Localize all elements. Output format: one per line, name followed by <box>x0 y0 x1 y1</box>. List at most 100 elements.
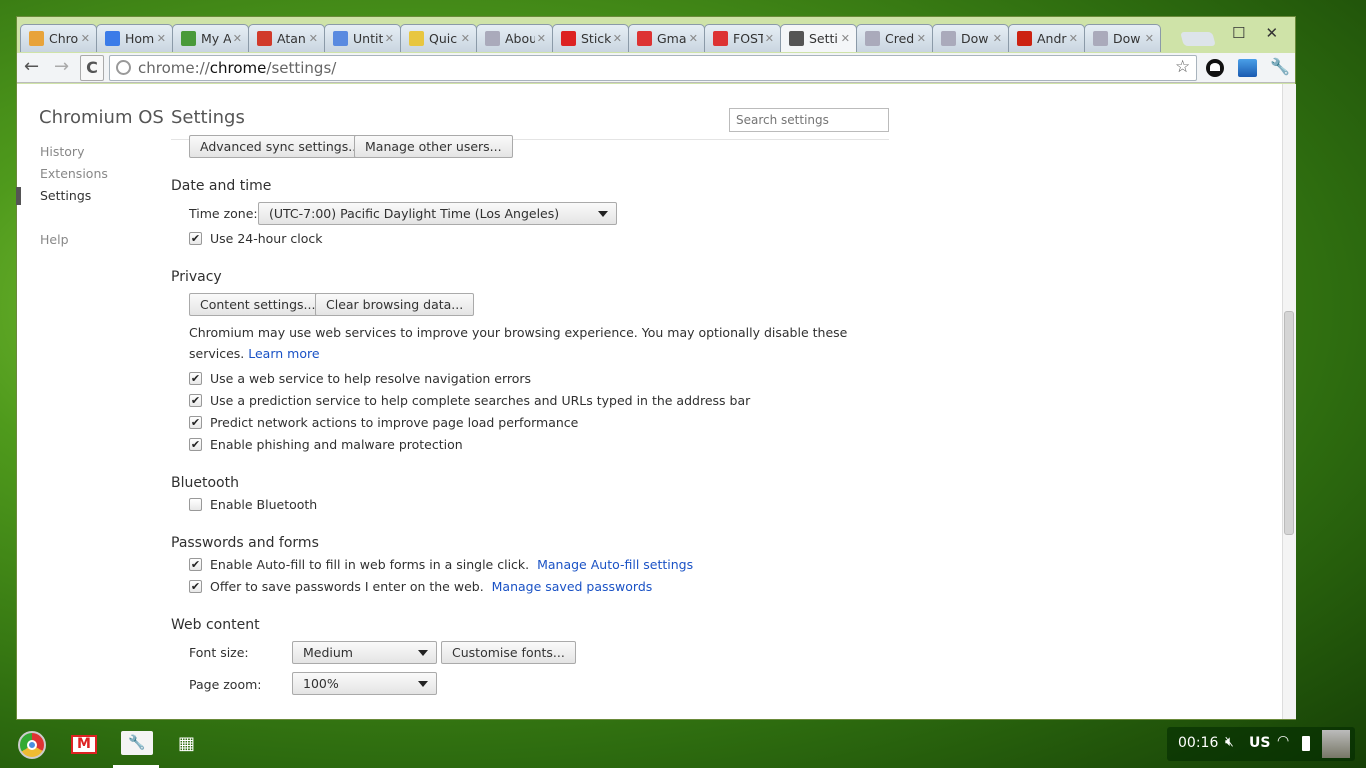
keyboard-layout[interactable]: US <box>1249 735 1270 751</box>
tab-title: FOST <box>733 31 763 46</box>
gmail-icon <box>713 31 728 46</box>
advanced-sync-button[interactable]: Advanced sync settings... <box>189 135 372 158</box>
tab-close-icon[interactable]: ✕ <box>233 32 242 45</box>
reload-icon[interactable]: C <box>80 55 104 81</box>
tab-title: Quic <box>429 31 458 46</box>
tab-close-icon[interactable]: ✕ <box>81 32 90 45</box>
tab-14[interactable]: Dow ✕ <box>1084 24 1161 52</box>
sidebar-item-settings[interactable]: Settings <box>40 188 91 203</box>
timezone-select[interactable]: (UTC-7:00) Pacific Daylight Time (Los An… <box>258 202 617 225</box>
new-tab-button[interactable] <box>1180 32 1216 46</box>
tab-close-icon[interactable]: ✕ <box>1069 32 1078 45</box>
manage-passwords-link[interactable]: Manage saved passwords <box>492 579 653 594</box>
tab-5[interactable]: Quic ✕ <box>400 24 477 52</box>
tab-13[interactable]: Andr ✕ <box>1008 24 1085 52</box>
manage-users-button[interactable]: Manage other users... <box>354 135 513 158</box>
wrench-menu-icon[interactable]: 🔧 <box>1270 57 1290 76</box>
window-controls: ☐ ✕ <box>1232 24 1278 42</box>
tab-close-icon[interactable]: ✕ <box>1145 32 1154 45</box>
app-list-icon[interactable]: ▦ <box>178 733 195 754</box>
nav-errors-checkbox[interactable]: ✔ Use a web service to help resolve navig… <box>189 371 531 386</box>
content-settings-button[interactable]: Content settings... <box>189 293 327 316</box>
tab-2[interactable]: My A ✕ <box>172 24 249 52</box>
forward-icon[interactable]: → <box>54 56 69 77</box>
page-zoom-select[interactable]: 100% <box>292 672 437 695</box>
tab-close-icon[interactable]: ✕ <box>689 32 698 45</box>
bookmark-star-icon[interactable]: ☆ <box>1175 57 1190 77</box>
chrome-store-icon <box>29 31 44 46</box>
tab-close-icon[interactable]: ✕ <box>385 32 394 45</box>
page-zoom-label: Page zoom: <box>189 677 262 692</box>
prediction-checkbox[interactable]: ✔ Use a prediction service to help comple… <box>189 393 750 408</box>
url-scheme: chrome:// <box>138 59 210 77</box>
bluetooth-checkbox[interactable]: Enable Bluetooth <box>189 497 317 512</box>
privacy-description: Chromium may use web services to improve… <box>189 325 848 340</box>
checkbox-label: Enable Bluetooth <box>210 497 318 512</box>
save-passwords-checkbox[interactable]: ✔ Offer to save passwords I enter on the … <box>189 579 652 594</box>
phishing-checkbox[interactable]: ✔ Enable phishing and malware protection <box>189 437 463 452</box>
battery-icon[interactable] <box>1302 736 1310 751</box>
date-time-heading: Date and time <box>171 178 272 194</box>
tab-title: Cred <box>885 31 915 46</box>
wifi-icon[interactable]: ◠ <box>1277 733 1289 749</box>
photo-extension-icon[interactable] <box>1238 59 1257 77</box>
tab-10[interactable]: Setti ✕ <box>780 24 857 52</box>
tab-12[interactable]: Dow ✕ <box>932 24 1009 52</box>
tab-close-icon[interactable]: ✕ <box>993 32 1002 45</box>
tab-0[interactable]: Chro ✕ <box>20 24 97 52</box>
clear-browsing-data-button[interactable]: Clear browsing data... <box>315 293 475 316</box>
autofill-checkbox[interactable]: ✔ Enable Auto-fill to fill in web forms i… <box>189 557 693 572</box>
sidebar-item-help[interactable]: Help <box>40 232 69 247</box>
checkbox-label: Offer to save passwords I enter on the w… <box>210 579 484 594</box>
tab-close-icon[interactable]: ✕ <box>841 32 850 45</box>
customise-fonts-button[interactable]: Customise fonts... <box>441 641 576 664</box>
tab-8[interactable]: Gma ✕ <box>628 24 705 52</box>
tab-4[interactable]: Untit ✕ <box>324 24 401 52</box>
notepad-icon <box>409 31 424 46</box>
tab-strip: Chro ✕ Hom ✕ My A ✕ Atan ✕ Untit ✕ Quic ✕ Abou ✕ Stick… <box>20 24 1180 53</box>
font-size-select[interactable]: Medium <box>292 641 437 664</box>
tab-close-icon[interactable]: ✕ <box>765 32 774 45</box>
globe-icon <box>941 31 956 46</box>
gmail-launcher-icon[interactable]: M <box>71 735 97 754</box>
tab-close-icon[interactable]: ✕ <box>613 32 622 45</box>
volume-muted-icon[interactable]: 🔇︎ <box>1225 734 1234 750</box>
tab-close-icon[interactable]: ✕ <box>917 32 926 45</box>
learn-more-link[interactable]: Learn more <box>248 346 319 361</box>
avatar[interactable] <box>1322 730 1350 758</box>
manage-autofill-link[interactable]: Manage Auto-fill settings <box>537 557 693 572</box>
tab-9[interactable]: FOST ✕ <box>704 24 781 52</box>
tab-close-icon[interactable]: ✕ <box>157 32 166 45</box>
chromium-launcher-icon[interactable] <box>18 731 46 759</box>
privacy-description-end: services. <box>189 346 245 361</box>
tab-1[interactable]: Hom ✕ <box>96 24 173 52</box>
tab-close-icon[interactable]: ✕ <box>537 32 546 45</box>
tab-7[interactable]: Stick ✕ <box>552 24 629 52</box>
tab-11[interactable]: Cred ✕ <box>856 24 933 52</box>
clock24-checkbox[interactable]: ✔ Use 24-hour clock <box>189 231 322 246</box>
sidebar-item-history[interactable]: History <box>40 144 84 159</box>
tab-title: Chro <box>49 31 79 46</box>
scrollbar-thumb[interactable] <box>1284 311 1294 535</box>
extension-icon[interactable] <box>1206 59 1224 77</box>
tab-3[interactable]: Atan ✕ <box>248 24 325 52</box>
tab-close-icon[interactable]: ✕ <box>461 32 470 45</box>
status-tray[interactable]: 00:16 🔇︎ US ◠ <box>1167 727 1355 761</box>
address-bar[interactable]: chrome://chrome/settings/ <box>109 55 1197 81</box>
url-host: chrome <box>209 59 267 77</box>
tab-close-icon[interactable]: ✕ <box>309 32 318 45</box>
maximize-icon[interactable]: ☐ <box>1232 24 1245 42</box>
predict-network-checkbox[interactable]: ✔ Predict network actions to improve page… <box>189 415 578 430</box>
checkbox-icon: ✔ <box>189 372 202 385</box>
checkbox-icon: ✔ <box>189 580 202 593</box>
tab-6[interactable]: Abou ✕ <box>476 24 553 52</box>
sidebar-item-extensions[interactable]: Extensions <box>40 166 108 181</box>
google-plus-icon <box>257 31 272 46</box>
checkbox-label: Predict network actions to improve page … <box>210 415 579 430</box>
privacy-heading: Privacy <box>171 269 222 285</box>
settings-launcher-icon[interactable]: 🔧 <box>121 731 153 755</box>
close-icon[interactable]: ✕ <box>1265 24 1278 42</box>
back-icon[interactable]: ← <box>24 56 39 77</box>
tab-title: Untit <box>353 31 383 46</box>
search-settings-input[interactable] <box>729 108 889 132</box>
